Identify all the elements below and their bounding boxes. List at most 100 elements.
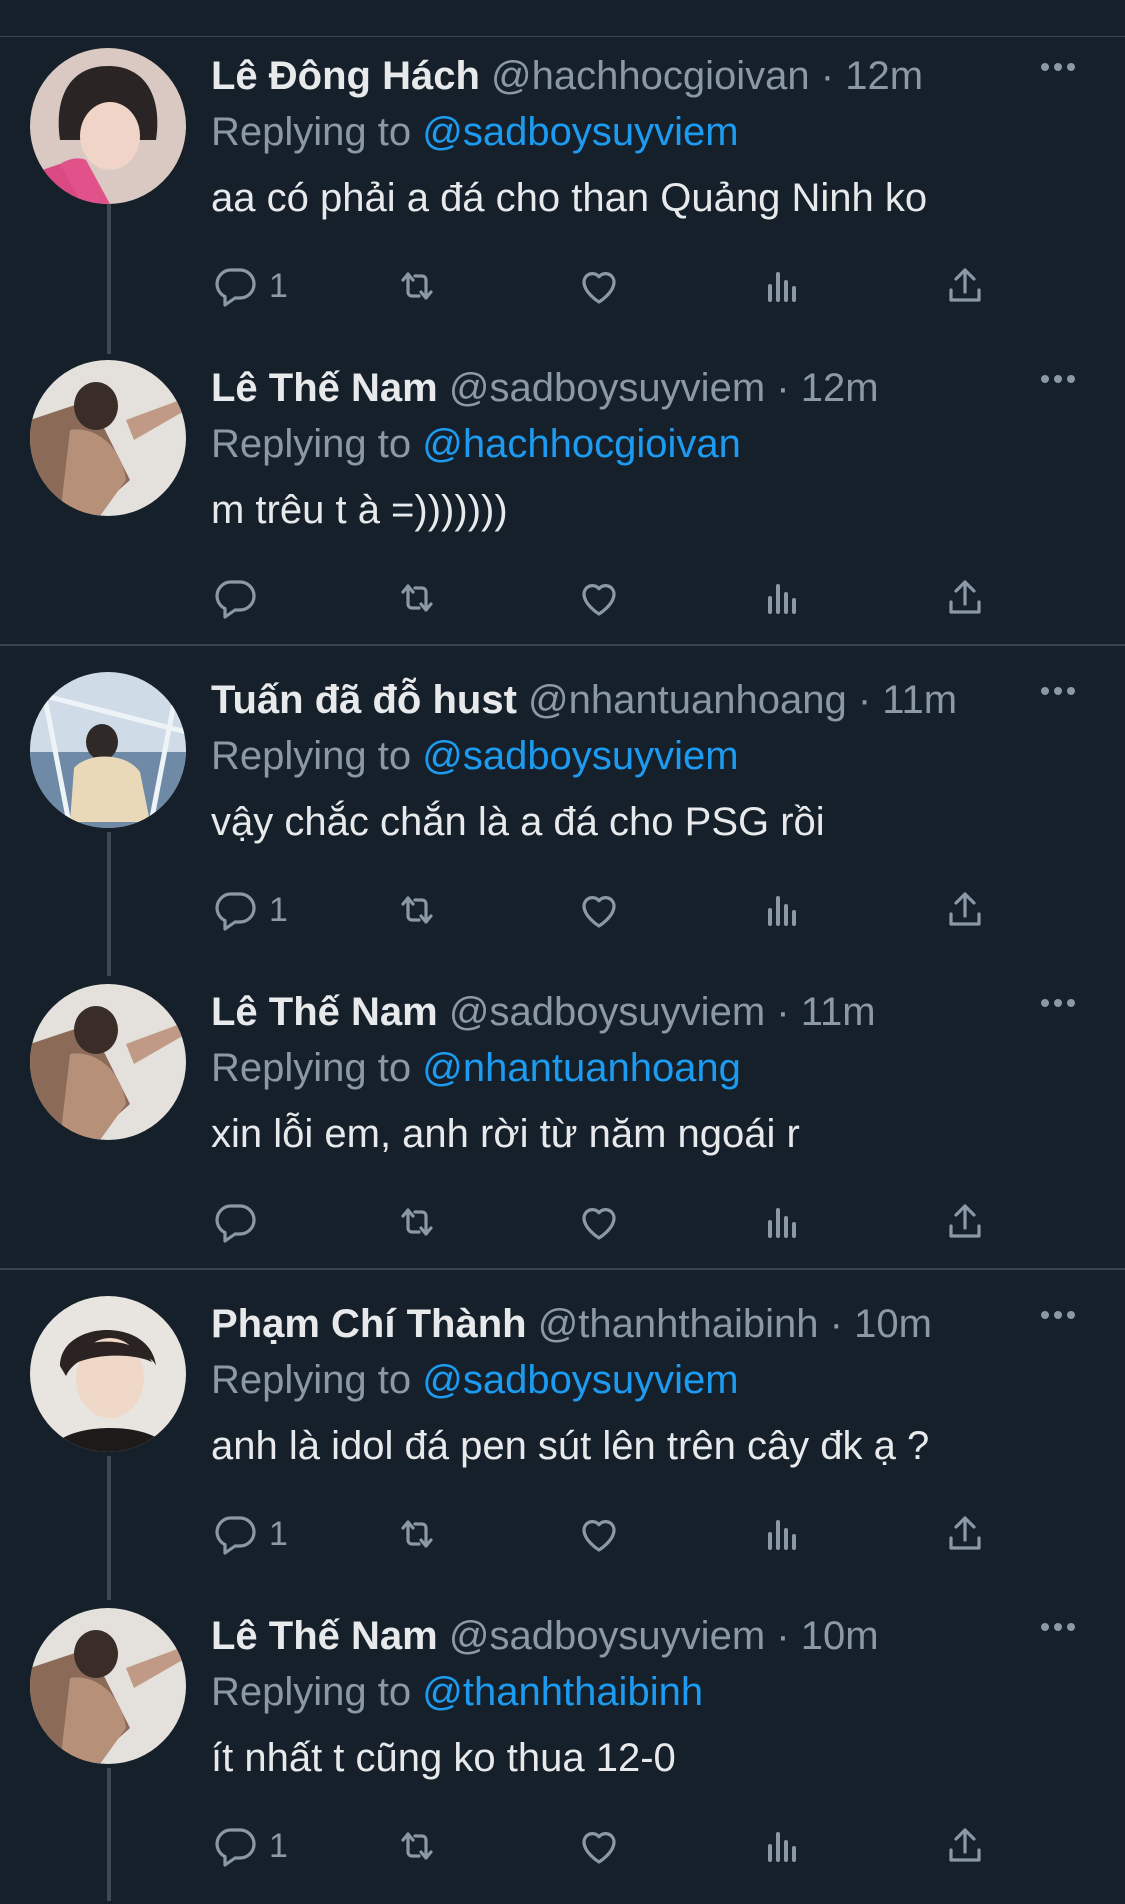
reply-icon: [215, 268, 256, 307]
tweet-text: xin lỗi em, anh rời từ năm ngoái r: [211, 1112, 800, 1156]
more-options-icon[interactable]: [1041, 1618, 1085, 1654]
share-icon: [949, 892, 981, 926]
like-button[interactable]: [575, 1192, 623, 1252]
tweet[interactable]: Lê Thế Nam @sadboysuyviem · 11m Replying…: [0, 970, 1125, 1280]
share-button[interactable]: [941, 568, 989, 628]
tweet-text: m trêu t à =))))))): [211, 488, 508, 532]
avatar[interactable]: [30, 1296, 186, 1452]
like-button[interactable]: [575, 880, 623, 940]
share-icon: [949, 1828, 981, 1862]
reply-button[interactable]: 1: [211, 1816, 288, 1876]
analytics-icon: [768, 1832, 796, 1862]
timestamp[interactable]: 10m: [854, 1302, 932, 1346]
avatar[interactable]: [30, 48, 186, 204]
tweet[interactable]: Lê Đông Hách @hachhocgioivan · 12m Reply…: [0, 34, 1125, 344]
reply-icon: [215, 892, 256, 931]
tweet-header: Lê Thế Nam @sadboysuyviem · 12m: [211, 360, 879, 416]
display-name[interactable]: Lê Đông Hách: [211, 54, 480, 98]
analytics-button[interactable]: [758, 568, 806, 628]
reply-button[interactable]: [211, 1192, 269, 1252]
reply-count: 1: [269, 1826, 288, 1865]
analytics-button[interactable]: [758, 1504, 806, 1564]
reply-target-link[interactable]: @hachhocgioivan: [422, 422, 741, 466]
reply-button[interactable]: 1: [211, 880, 288, 940]
reply-target-link[interactable]: @nhantuanhoang: [422, 1046, 741, 1090]
like-button[interactable]: [575, 568, 623, 628]
tweet[interactable]: Lê Thế Nam @sadboysuyviem · 10m Replying…: [0, 1594, 1125, 1904]
reply-count: 1: [269, 890, 288, 929]
like-button[interactable]: [575, 1816, 623, 1876]
retweet-button[interactable]: [393, 256, 441, 316]
share-button[interactable]: [941, 880, 989, 940]
avatar[interactable]: [30, 672, 186, 828]
reply-button[interactable]: 1: [211, 1504, 288, 1564]
avatar[interactable]: [30, 984, 186, 1140]
replying-to: Replying to @sadboysuyviem: [211, 728, 739, 784]
more-options-icon[interactable]: [1041, 682, 1085, 718]
timestamp[interactable]: 11m: [882, 678, 957, 722]
user-handle[interactable]: @sadboysuyviem: [449, 990, 765, 1034]
retweet-button[interactable]: [393, 1192, 441, 1252]
like-button[interactable]: [575, 256, 623, 316]
reply-target-link[interactable]: @sadboysuyviem: [422, 1358, 738, 1402]
share-button[interactable]: [941, 1816, 989, 1876]
display-name[interactable]: Lê Thế Nam: [211, 366, 438, 410]
display-name[interactable]: Tuấn đã đỗ hust: [211, 678, 517, 722]
share-icon: [949, 1204, 981, 1238]
separator: ·: [857, 678, 872, 722]
reply-target-link[interactable]: @sadboysuyviem: [422, 734, 738, 778]
retweet-icon: [401, 1520, 433, 1548]
reply-button[interactable]: [211, 568, 269, 628]
replying-to-label: Replying to: [211, 1046, 412, 1090]
reply-icon: [215, 1828, 256, 1867]
retweet-button[interactable]: [393, 1504, 441, 1564]
tweet[interactable]: Lê Thế Nam @sadboysuyviem · 12m Replying…: [0, 346, 1125, 656]
action-bar: 1: [211, 880, 1011, 940]
user-handle[interactable]: @sadboysuyviem: [449, 366, 765, 410]
retweet-icon: [401, 584, 433, 612]
analytics-button[interactable]: [758, 880, 806, 940]
avatar-image: [30, 672, 186, 828]
more-options-icon[interactable]: [1041, 994, 1085, 1030]
like-button[interactable]: [575, 1504, 623, 1564]
reply-count: 1: [269, 1514, 288, 1553]
timestamp[interactable]: 11m: [801, 990, 876, 1034]
heart-icon: [582, 896, 616, 928]
display-name[interactable]: Lê Thế Nam: [211, 1614, 438, 1658]
separator: ·: [776, 990, 790, 1034]
display-name[interactable]: Lê Thế Nam: [211, 990, 438, 1034]
user-handle[interactable]: @nhantuanhoang: [528, 678, 847, 722]
share-button[interactable]: [941, 256, 989, 316]
reply-target-link[interactable]: @sadboysuyviem: [422, 110, 738, 154]
display-name[interactable]: Phạm Chí Thành: [211, 1302, 527, 1346]
more-options-icon[interactable]: [1041, 58, 1085, 94]
tweet[interactable]: Phạm Chí Thành @thanhthaibinh · 10m Repl…: [0, 1282, 1125, 1592]
reply-count: 1: [269, 266, 288, 305]
more-options-icon[interactable]: [1041, 370, 1085, 406]
analytics-button[interactable]: [758, 1816, 806, 1876]
tweet[interactable]: Tuấn đã đỗ hust @nhantuanhoang · 11m Rep…: [0, 658, 1125, 968]
retweet-button[interactable]: [393, 1816, 441, 1876]
avatar[interactable]: [30, 1608, 186, 1764]
more-options-icon[interactable]: [1041, 1306, 1085, 1342]
user-handle[interactable]: @sadboysuyviem: [449, 1614, 765, 1658]
analytics-button[interactable]: [758, 1192, 806, 1252]
retweet-button[interactable]: [393, 568, 441, 628]
share-icon: [949, 1516, 981, 1550]
retweet-button[interactable]: [393, 880, 441, 940]
replying-to: Replying to @nhantuanhoang: [211, 1040, 741, 1096]
tweet-text: vậy chắc chắn là a đá cho PSG rồi: [211, 800, 825, 844]
timestamp[interactable]: 10m: [801, 1614, 879, 1658]
reply-target-link[interactable]: @thanhthaibinh: [422, 1670, 703, 1714]
avatar[interactable]: [30, 360, 186, 516]
timestamp[interactable]: 12m: [801, 366, 879, 410]
timestamp[interactable]: 12m: [845, 54, 923, 98]
user-handle[interactable]: @hachhocgioivan: [491, 54, 810, 98]
user-handle[interactable]: @thanhthaibinh: [538, 1302, 819, 1346]
share-button[interactable]: [941, 1192, 989, 1252]
share-button[interactable]: [941, 1504, 989, 1564]
replying-to-label: Replying to: [211, 1670, 412, 1714]
analytics-button[interactable]: [758, 256, 806, 316]
reply-button[interactable]: 1: [211, 256, 288, 316]
replying-to-label: Replying to: [211, 1358, 412, 1402]
